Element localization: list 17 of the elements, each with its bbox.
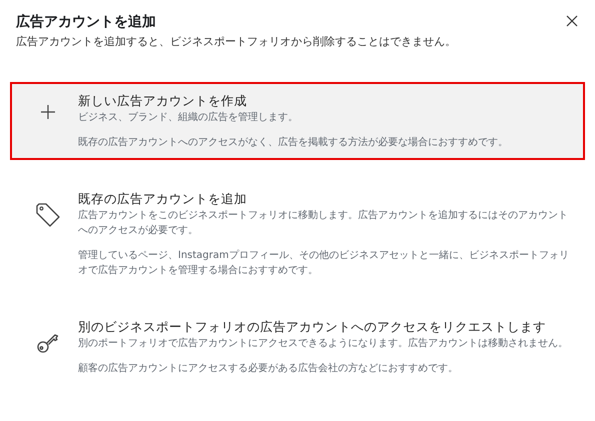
option-card[interactable]: 新しい広告アカウントを作成 ビジネス、ブランド、組織の広告を管理します。 既存の広告アカウントへのアクセスがなく、広告を掲載する方法が必要な場合におすすめです。	[10, 82, 585, 160]
option-title: 既存の広告アカウントを追加	[78, 190, 248, 208]
option-title: 別のビジネスポートフォリオの広告アカウントへのアクセスをリクエストします	[78, 318, 547, 336]
option-description: ビジネス、ブランド、組織の広告を管理します。	[78, 110, 299, 125]
dialog-subtitle: 広告アカウントを追加すると、ビジネスポートフォリオから削除することはできません。	[16, 34, 457, 50]
option-card[interactable]: 既存の広告アカウントを追加 広告アカウントをこのビジネスポートフォリオに移動します。広告アカウントを追加するにはそのアカウントへのアクセスが必要です。 管理しているページ、Instagramプロフィール、その他のビジネスアセットと一緒に、ビジネスポートフォリオで広告アカウントを管理する場合におすすめです。	[10, 180, 585, 288]
option-description: 広告アカウントをこのビジネスポートフォリオに移動します。広告アカウントを追加するにはそのアカウントへのアクセスが必要です。	[78, 208, 569, 238]
dialog-title: 広告アカウントを追加	[16, 12, 156, 32]
option-card[interactable]: 別のビジネスポートフォリオの広告アカウントへのアクセスをリクエストします 別のポートフォリオで広告アカウントにアクセスできるようになります。広告アカウントは移動されません。 顧客の広告アカウントにアクセスする必要がある広告会社の方などにおすすめです。	[10, 308, 585, 386]
option-note: 既存の広告アカウントへのアクセスがなく、広告を掲載する方法が必要な場合におすすめです。	[78, 136, 509, 150]
option-note: 顧客の広告アカウントにアクセスする必要がある広告会社の方などにおすすめです。	[78, 362, 459, 376]
option-description: 別のポートフォリオで広告アカウントにアクセスできるようになります。広告アカウントは移動されません。	[78, 336, 569, 351]
plus-icon	[40, 104, 56, 120]
option-title: 新しい広告アカウントを作成	[78, 92, 248, 110]
option-note: 管理しているページ、Instagramプロフィール、その他のビジネスアセットと一緒に、ビジネスポートフォリオで広告アカウントを管理する場合におすすめです。	[78, 248, 570, 278]
close-icon[interactable]	[565, 14, 579, 28]
tag-icon	[35, 202, 61, 228]
